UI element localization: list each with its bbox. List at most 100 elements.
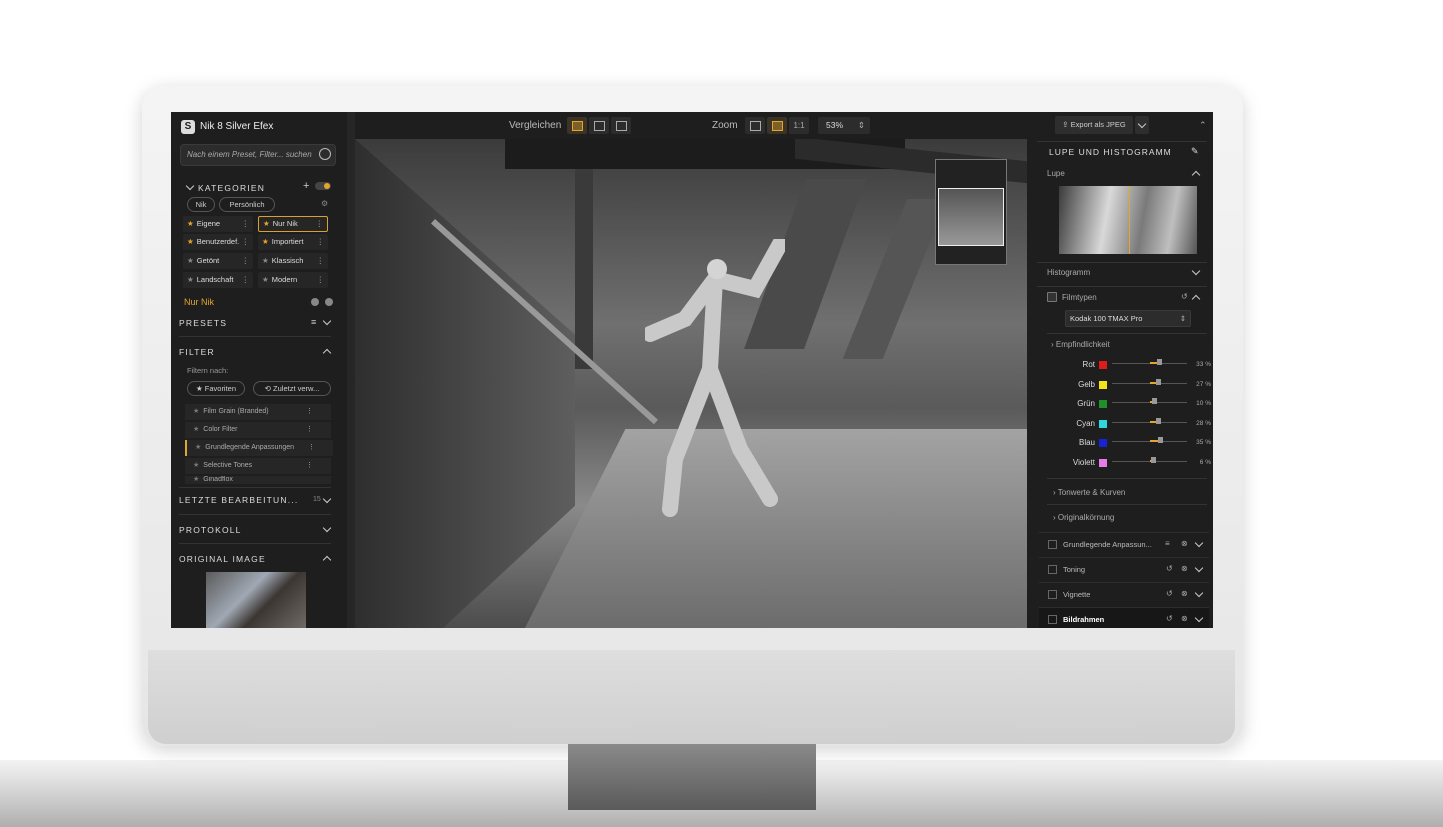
zoom-fill-button[interactable]	[767, 117, 787, 134]
film-checkbox[interactable]	[1047, 292, 1057, 302]
film-type-select[interactable]: Kodak 100 TMAX Pro ⇕	[1065, 310, 1191, 327]
slider-cyan[interactable]: Cyan 28 %	[1027, 417, 1213, 433]
panel-toning[interactable]: Toning ↺ ⊗	[1039, 557, 1209, 580]
category-nur-nik[interactable]: ★ Nur Nik ⋮	[258, 216, 328, 232]
next-icon[interactable]	[325, 298, 333, 306]
slider-rot[interactable]: Rot 33 %	[1027, 358, 1213, 374]
kategorien-header[interactable]: KATEGORIEN	[198, 183, 265, 193]
category-klassisch[interactable]: ★ Klassisch ⋮	[258, 253, 328, 269]
close-icon[interactable]: ⊗	[1181, 564, 1188, 573]
chevron-down-icon[interactable]	[322, 494, 332, 504]
chevron-up-icon[interactable]	[1191, 294, 1201, 304]
chevron-down-icon[interactable]	[1194, 613, 1204, 623]
export-button[interactable]: ⇪ Export als JPEG	[1055, 116, 1133, 134]
chevron-down-icon[interactable]	[185, 181, 195, 191]
main-image[interactable]	[355, 139, 1027, 628]
export-dropdown[interactable]	[1135, 116, 1149, 134]
chevron-down-icon[interactable]	[1194, 563, 1204, 573]
list-icon[interactable]: ≡	[1165, 539, 1170, 548]
zoom-value-select[interactable]: 53% ⇕	[818, 117, 870, 134]
loupe-preview[interactable]	[1059, 186, 1197, 254]
chip-favoriten[interactable]: ★ Favoriten	[187, 381, 245, 396]
slider-track[interactable]	[1112, 417, 1187, 424]
slider-knob[interactable]	[1155, 378, 1161, 385]
checkbox[interactable]	[1048, 540, 1057, 549]
gear-icon[interactable]: ⚙	[321, 199, 328, 208]
slider-knob[interactable]	[1157, 437, 1163, 443]
more-icon[interactable]: ⋮	[317, 272, 325, 288]
prev-icon[interactable]	[311, 298, 319, 306]
chevron-down-icon[interactable]	[322, 523, 332, 533]
add-icon[interactable]: +	[303, 180, 309, 192]
recent-header[interactable]: LETZTE BEARBEITUN...	[179, 495, 298, 505]
slider-track[interactable]	[1112, 437, 1187, 443]
chevron-up-icon[interactable]	[322, 555, 332, 565]
reset-icon[interactable]: ↺	[1166, 614, 1173, 623]
left-collapse-handle[interactable]	[347, 112, 355, 628]
navigator-preview[interactable]	[935, 159, 1007, 265]
chevron-down-icon[interactable]	[1194, 538, 1204, 548]
panel-vignette[interactable]: Vignette ↺ ⊗	[1039, 582, 1209, 605]
reset-icon[interactable]: ↺	[1166, 589, 1173, 598]
slider-knob[interactable]	[1150, 456, 1156, 463]
slider-violett[interactable]: Violett 6 %	[1027, 456, 1213, 472]
chevron-down-icon[interactable]	[1194, 588, 1204, 598]
close-icon[interactable]: ⊗	[1181, 539, 1188, 548]
more-icon[interactable]: ⋮	[242, 272, 250, 288]
slider-knob[interactable]	[1151, 398, 1157, 404]
filter-item[interactable]: ★ Color Filter ⋮	[185, 422, 331, 438]
original-header[interactable]: ORIGINAL IMAGE	[179, 554, 266, 564]
filter-item-active[interactable]: ★ Grundlegende Anpassungen ⋮	[185, 440, 333, 456]
compare-single-button[interactable]	[567, 117, 587, 134]
slider-grün[interactable]: Grün 10 %	[1027, 397, 1213, 413]
navigator-frame[interactable]	[938, 188, 1004, 246]
toggle-switch[interactable]	[315, 182, 331, 190]
slider-blau[interactable]: Blau 35 %	[1027, 436, 1213, 452]
slider-track[interactable]	[1112, 456, 1187, 463]
filter-item[interactable]: ★ Film Grain (Branded) ⋮	[185, 404, 331, 420]
chevron-up-icon[interactable]	[322, 348, 332, 358]
chevron-up-icon[interactable]	[1191, 170, 1201, 180]
pin-icon[interactable]: ✎	[1191, 146, 1199, 157]
presets-header[interactable]: PRESETS	[179, 318, 227, 328]
chevron-down-icon[interactable]	[322, 316, 332, 326]
category-landschaft[interactable]: ★ Landschaft ⋮	[183, 272, 253, 288]
slider-track[interactable]	[1112, 398, 1187, 404]
slider-knob[interactable]	[1156, 417, 1162, 424]
protokoll-header[interactable]: PROTOKOLL	[179, 525, 242, 535]
filter-item[interactable]: ★ Selective Tones ⋮	[185, 458, 331, 474]
checkbox[interactable]	[1048, 615, 1057, 624]
close-icon[interactable]: ⊗	[1181, 589, 1188, 598]
category-eigene[interactable]: ★ Eigene ⋮	[183, 216, 253, 232]
koernung-row[interactable]: › Originalkörnung	[1053, 513, 1114, 522]
more-icon[interactable]: ⋮	[242, 234, 250, 250]
list-icon[interactable]: ≡	[311, 317, 316, 327]
slider-gelb[interactable]: Gelb 27 %	[1027, 378, 1213, 394]
tonwerte-row[interactable]: › Tonwerte & Kurven	[1053, 488, 1125, 497]
reset-icon[interactable]: ↺	[1181, 292, 1188, 301]
zoom-1to1-button[interactable]: 1:1	[789, 117, 809, 134]
more-icon[interactable]: ⋮	[308, 440, 315, 456]
more-icon[interactable]: ⋮	[317, 253, 325, 269]
more-icon[interactable]: ⋮	[242, 253, 250, 269]
search-icon[interactable]	[319, 148, 331, 160]
compare-stacked-button[interactable]	[611, 117, 631, 134]
collapse-icon[interactable]: ⌃	[1199, 120, 1207, 131]
panel-grundlegende[interactable]: Grundlegende Anpassun... ≡ ⊗	[1039, 532, 1209, 555]
filter-header[interactable]: FILTER	[179, 347, 215, 357]
loupe-histogram-header[interactable]: LUPE UND HISTOGRAMM	[1049, 147, 1172, 157]
tab-nik[interactable]: Nik	[187, 197, 215, 212]
category-modern[interactable]: ★ Modern ⋮	[258, 272, 328, 288]
more-icon[interactable]: ⋮	[242, 216, 250, 232]
slider-track[interactable]	[1112, 378, 1187, 385]
search-input[interactable]: Nach einem Preset, Filter... suchen	[180, 144, 336, 166]
more-icon[interactable]: ⋮	[316, 217, 324, 231]
chevron-down-icon[interactable]	[1191, 266, 1201, 276]
checkbox[interactable]	[1048, 565, 1057, 574]
filter-item[interactable]: ★ Ginadflox	[185, 476, 331, 484]
reset-icon[interactable]: ↺	[1166, 564, 1173, 573]
close-icon[interactable]: ⊗	[1181, 614, 1188, 623]
more-icon[interactable]: ⋮	[317, 234, 325, 250]
zoom-fit-button[interactable]	[745, 117, 765, 134]
sensitivity-label[interactable]: › Empfindlichkeit	[1051, 340, 1110, 349]
